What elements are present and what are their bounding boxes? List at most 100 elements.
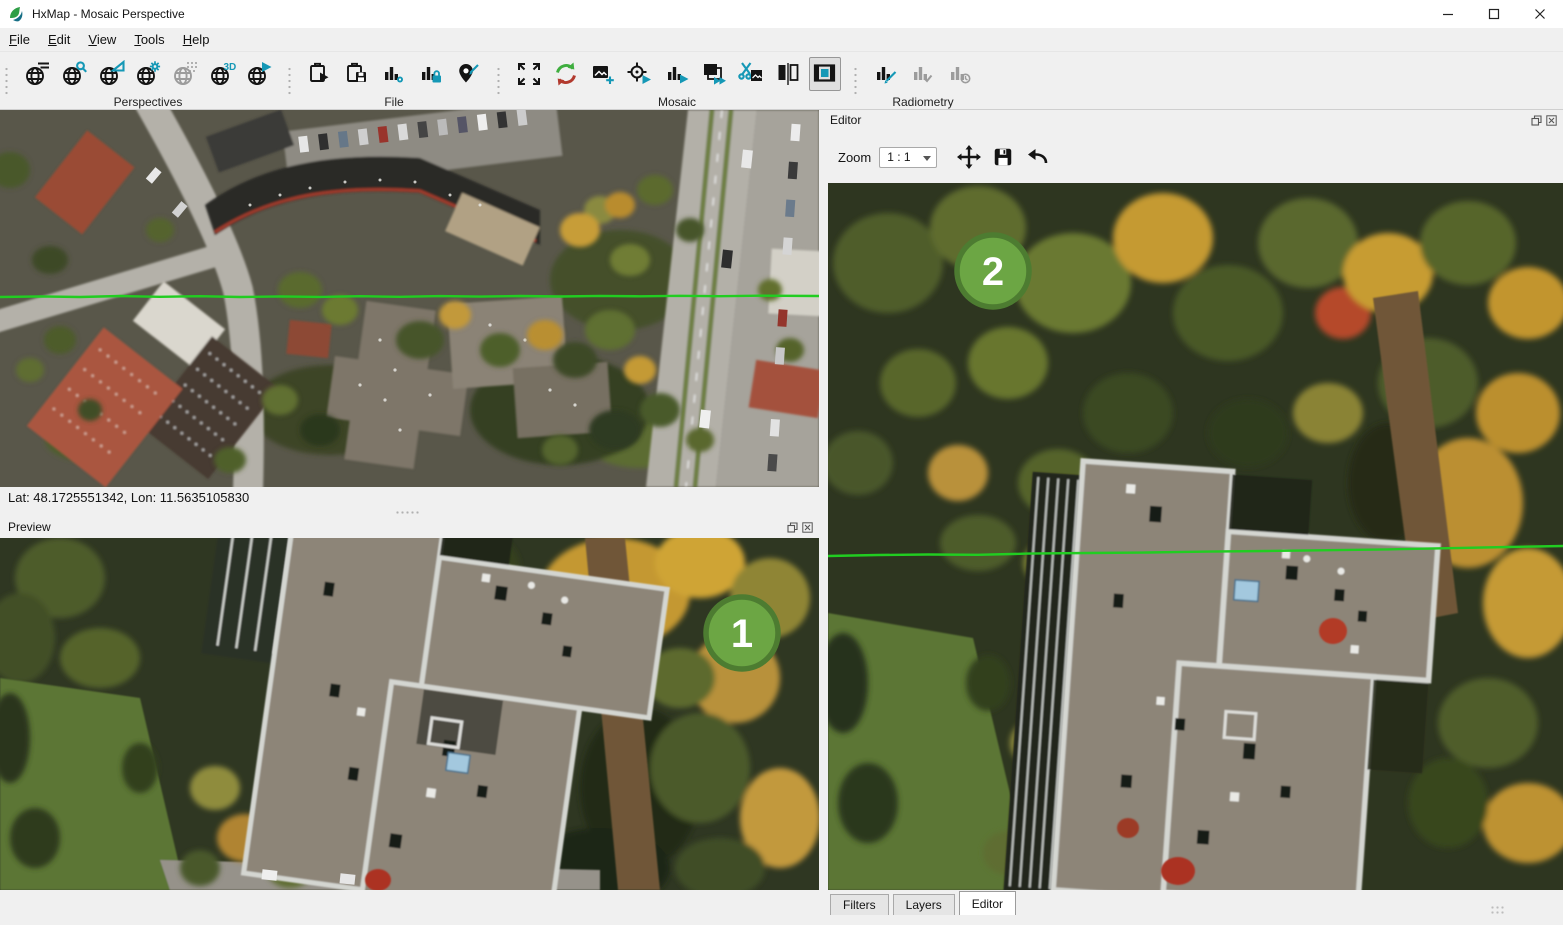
refresh-icon [552,60,580,88]
image-compare-icon [774,60,802,88]
refresh-button[interactable] [550,57,582,91]
clipboard-play-button[interactable] [304,57,336,91]
tab-layers[interactable]: Layers [893,894,955,915]
globe-3d-icon: 3D [208,60,236,88]
maximize-button[interactable] [1471,0,1517,28]
marker-2: 2 [957,235,1029,307]
fit-view-icon [515,60,543,88]
histogram-edit-icon [872,60,900,88]
maximize-icon [1488,8,1500,20]
toolbar-group-label: Mosaic [658,95,696,109]
zoom-value: 1 : 1 [887,150,910,164]
tab-editor[interactable]: Editor [959,891,1016,915]
close-icon [802,522,813,533]
globe-search-button[interactable] [58,57,90,91]
globe-3d-button[interactable]: 3D [206,57,238,91]
clipboard-play-icon [306,60,334,88]
toolbar-group-file: File [296,52,492,109]
globe-measure-button[interactable] [95,57,127,91]
toolbar-handle[interactable] [495,64,502,98]
tiles-play-icon [700,60,728,88]
image-compare-button[interactable] [772,57,804,91]
menu-tools[interactable]: Tools [125,28,173,52]
horizontal-splitter[interactable] [0,509,819,517]
menu-edit[interactable]: Edit [39,28,79,52]
main-toolbar: 3D Perspectives [0,52,1563,110]
preview-aerial-image: 1 [0,538,819,890]
splitter-handle-dots [395,510,421,516]
histogram-clock-disabled-icon [946,60,974,88]
close-panel-button[interactable] [1545,114,1557,126]
globe-lines-button[interactable] [21,57,53,91]
toolbar-handle[interactable] [286,64,293,98]
float-panel-button[interactable] [786,521,798,533]
histogram-play-icon [663,60,691,88]
tiles-play-button[interactable] [698,57,730,91]
globe-settings-button[interactable] [132,57,164,91]
cut-image-button[interactable] [735,57,767,91]
clipboard-save-button[interactable] [341,57,373,91]
map-aerial-image [0,110,819,487]
clipboard-save-icon [343,60,371,88]
globe-search-icon [60,60,88,88]
float-icon [1531,115,1542,126]
histogram-edit-button[interactable] [870,57,902,91]
pin-edit-button[interactable] [452,57,484,91]
histogram-clock-disabled-button[interactable] [944,57,976,91]
globe-grid-disabled-button[interactable] [169,57,201,91]
preview-canvas[interactable]: 1 [0,538,819,890]
float-icon [787,522,798,533]
tab-filters[interactable]: Filters [830,894,889,915]
map-view-canvas[interactable] [0,110,819,487]
coordinates-readout: Lat: 48.1725551342, Lon: 11.5635105830 [8,490,249,505]
panel-tab-bar: Filters Layers Editor [830,891,1020,915]
menu-view[interactable]: View [79,28,125,52]
save-button[interactable] [989,143,1017,171]
close-panel-button[interactable] [801,521,813,533]
image-border-button[interactable] [809,57,841,91]
histogram-check-disabled-button[interactable] [907,57,939,91]
globe-settings-icon [134,60,162,88]
globe-play-button[interactable] [243,57,275,91]
pan-button[interactable] [955,143,983,171]
toolbar-handle[interactable] [852,64,859,98]
editor-toolbar: Zoom 1 : 1 [822,131,1563,183]
histogram-view-icon [380,60,408,88]
histogram-view-button[interactable] [378,57,410,91]
image-add-button[interactable] [587,57,619,91]
editor-panel-title: Editor [830,113,861,127]
fit-view-button[interactable] [513,57,545,91]
image-border-icon [811,60,839,88]
zoom-label: Zoom [838,150,871,165]
toolbar-group-label: File [384,95,403,109]
window-controls [1425,0,1563,28]
editor-aerial-image: 2 [828,183,1563,890]
menu-file[interactable]: File [0,28,39,52]
marker-2-label: 2 [982,250,1004,294]
app-window: HxMap - Mosaic Perspective File Edit Vie… [0,0,1563,925]
globe-measure-icon [97,60,125,88]
histogram-lock-icon [417,60,445,88]
seedpoint-play-icon [626,60,654,88]
preview-panel-titlebar: Preview [0,517,819,538]
toolbar-handle[interactable] [3,64,10,98]
histogram-lock-button[interactable] [415,57,447,91]
left-column: Lat: 48.1725551342, Lon: 11.5635105830 P… [0,110,819,925]
float-panel-button[interactable] [1530,114,1542,126]
seedpoint-play-button[interactable] [624,57,656,91]
histogram-play-button[interactable] [661,57,693,91]
undo-button[interactable] [1023,143,1051,171]
menu-help[interactable]: Help [174,28,219,52]
pan-icon [957,145,981,169]
toolbar-group-mosaic: Mosaic [505,52,849,109]
editor-canvas[interactable]: 2 [828,183,1563,890]
minimize-button[interactable] [1425,0,1471,28]
undo-icon [1025,145,1049,169]
zoom-select[interactable]: 1 : 1 [879,147,937,168]
histogram-check-disabled-icon [909,60,937,88]
resize-handle-dots[interactable] [1490,905,1506,915]
toolbar-group-radiometry: Radiometry [862,52,984,109]
marker-1: 1 [706,597,778,669]
close-button[interactable] [1517,0,1563,28]
marker-1-label: 1 [731,612,753,656]
